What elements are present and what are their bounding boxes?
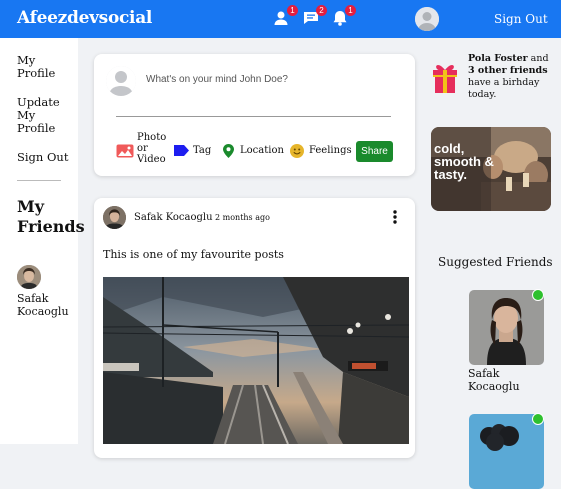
- messages-icon[interactable]: 2: [302, 5, 327, 27]
- share-button[interactable]: Share: [356, 141, 393, 162]
- suggested-friend-photo[interactable]: [469, 290, 544, 365]
- friend-requests-icon[interactable]: 1: [273, 5, 298, 27]
- friend-avatar[interactable]: [17, 265, 41, 289]
- ad-text: cold, smooth & tasty.: [434, 141, 494, 182]
- sidebar-divider: [17, 180, 61, 181]
- suggested-friend-name[interactable]: Safak Kocaoglu: [468, 367, 548, 393]
- gift-icon: [431, 62, 459, 94]
- photo-icon: [116, 144, 134, 158]
- post-timestamp: 2 months ago: [215, 213, 270, 222]
- left-sidebar: My Profile Update My Profile Sign Out My…: [0, 38, 85, 444]
- birthday-connector: and: [527, 53, 549, 64]
- user-avatar[interactable]: [415, 7, 439, 31]
- birthday-notice: Pola Foster and 3 other friends have a b…: [468, 53, 558, 101]
- brand-logo[interactable]: Afeezdevsocial: [17, 8, 152, 28]
- photo-video-label: Photo or Video: [137, 132, 167, 165]
- suggested-friends-heading: Suggested Friends: [438, 255, 553, 269]
- ad-banner[interactable]: cold, smooth & tasty.: [431, 127, 551, 211]
- tag-label: Tag: [193, 145, 212, 156]
- birthday-others[interactable]: 3 other friends: [468, 65, 548, 76]
- online-status-dot: [532, 289, 544, 301]
- online-status-dot-2: [532, 413, 544, 425]
- suggested-friend-photo-2[interactable]: [469, 414, 544, 489]
- post-author-name[interactable]: Safak Kocaoglu: [134, 212, 213, 223]
- status-input[interactable]: What's on your mind John Doe?: [146, 74, 288, 85]
- notifications-badge: 1: [345, 5, 356, 16]
- sidebar-sign-out-link[interactable]: Sign Out: [17, 151, 77, 164]
- friend-name[interactable]: Safak Kocaoglu: [17, 292, 79, 318]
- composer-avatar: [106, 66, 136, 96]
- post-composer: What's on your mind John Doe? Photo or V…: [94, 54, 415, 176]
- birthday-rest: have a birhday today.: [468, 77, 540, 100]
- post-author-avatar[interactable]: [103, 206, 126, 229]
- update-profile-link[interactable]: Update My Profile: [17, 96, 77, 135]
- sign-out-link[interactable]: Sign Out: [494, 12, 548, 26]
- my-friends-heading: My Friends: [17, 197, 85, 236]
- location-label: Location: [240, 145, 284, 156]
- more-options-icon[interactable]: [390, 209, 400, 225]
- birthday-name[interactable]: Pola Foster: [468, 53, 528, 64]
- post-image[interactable]: [103, 277, 409, 444]
- feelings-label: Feelings: [309, 145, 352, 156]
- location-icon: [223, 144, 234, 158]
- messages-badge: 2: [316, 5, 327, 16]
- composer-divider: [116, 116, 391, 117]
- smiley-icon: [290, 144, 304, 158]
- friend-requests-badge: 1: [287, 5, 298, 16]
- notifications-icon[interactable]: 1: [331, 5, 356, 27]
- tag-icon: [174, 145, 189, 156]
- top-bar: Afeezdevsocial 1 2 1 Sign Out: [0, 0, 561, 38]
- my-profile-link[interactable]: My Profile: [17, 54, 77, 80]
- post-card: Safak Kocaoglu 2 months ago This is one …: [94, 198, 415, 458]
- post-text: This is one of my favourite posts: [103, 248, 284, 261]
